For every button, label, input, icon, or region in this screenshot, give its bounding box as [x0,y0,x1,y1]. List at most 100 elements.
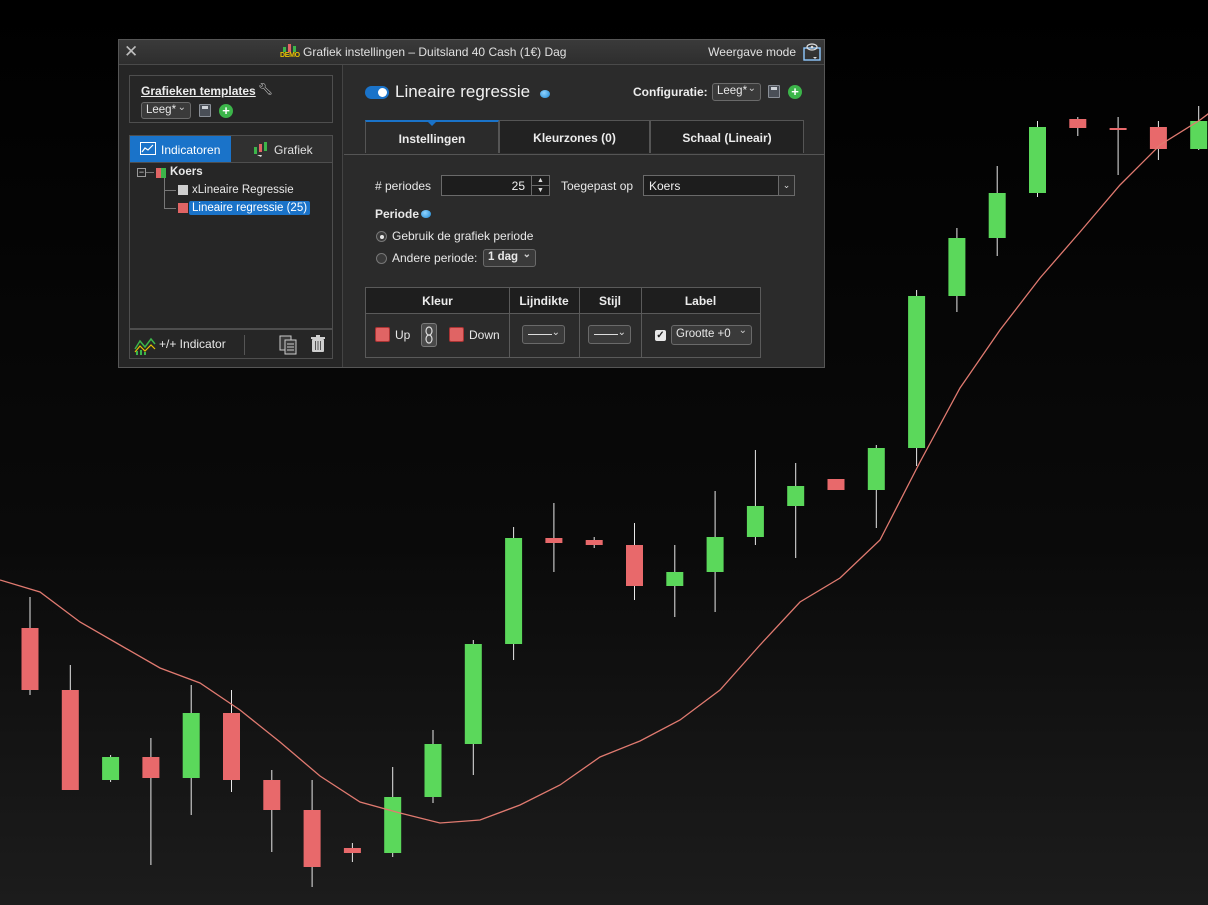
candle-body [182,713,200,778]
wrench-icon[interactable]: 🔧︎ [258,82,273,96]
chart-settings-dialog: ✕ DEMO Grafiek instellingen – Duitsland … [118,39,825,368]
candle-body [263,780,281,810]
header-label: Label [641,288,760,314]
chart-icon [254,142,267,157]
template-select[interactable]: Leeg* ⌄ [141,102,191,119]
header-style: Stijl [579,288,641,314]
left-panel: Grafieken templates 🔧︎ Leeg* ⌄ + Indicat… [119,65,343,367]
view-mode-label[interactable]: Weergave mode [708,45,796,59]
up-color-swatch[interactable] [375,327,390,342]
down-color-swatch[interactable] [449,327,464,342]
candle-body [142,757,160,778]
save-icon[interactable] [199,104,211,117]
add-config-icon[interactable]: + [788,85,802,99]
periods-value: 25 [511,179,525,193]
templates-box: Grafieken templates 🔧︎ Leeg* ⌄ + [129,75,333,123]
label-checkbox[interactable]: ✓ [655,330,666,341]
indicator-chart-icon [140,142,156,155]
trash-icon[interactable] [310,335,326,353]
chevron-down-icon: ⌄ [747,83,756,94]
candle-body [384,797,402,853]
candle-body [1069,119,1087,128]
line-style-select[interactable]: ⌄ [588,325,631,344]
info-icon[interactable] [540,90,550,98]
period-info-icon[interactable] [421,210,431,218]
candle-body [827,479,845,490]
candle-body [908,296,926,448]
indicator-toggle[interactable] [365,86,389,99]
tab-settings[interactable]: Instellingen [365,120,499,153]
candle-body [102,757,120,780]
candle-body [545,538,563,543]
periods-stepper[interactable]: 25 ▲ ▼ [441,175,550,196]
candle-body [626,545,643,586]
candle-body [343,848,361,853]
tab-chart[interactable]: Grafiek [231,136,332,162]
candle-body [988,193,1006,238]
radio-chart-period[interactable] [376,231,387,242]
radio-other-period[interactable] [376,253,387,264]
close-icon[interactable]: ✕ [124,42,138,62]
applied-to-label: Toegepast op [561,179,634,193]
tab-indicators[interactable]: Indicatoren [130,136,231,162]
radio-other-period-label: Andere periode: [392,251,478,265]
tab-scale[interactable]: Schaal (Lineair) [650,120,804,153]
candle-body [867,448,885,490]
view-mode-icon[interactable] [802,42,822,62]
add-indicator-button[interactable]: +/+ Indicator [159,337,226,351]
tree-root-koers[interactable]: Koers [170,166,203,178]
price-swatch [156,168,166,178]
candle-body [948,238,966,296]
templates-title[interactable]: Grafieken templates [141,84,256,98]
left-tabs: Indicatoren Grafiek [129,135,333,163]
stepper-down-icon[interactable]: ▼ [531,186,549,195]
applied-to-value: Koers [649,179,681,193]
candle-body [706,537,724,572]
up-label: Up [395,328,411,342]
tab-indicators-label: Indicatoren [161,143,221,157]
save-config-icon[interactable] [768,85,780,98]
tree-item-xlinear[interactable]: xLineaire Regressie [192,184,294,196]
add-icon[interactable]: + [219,104,233,118]
color-table: Kleur Lijndikte Stijl Label Up Down ⌄ ⌄ … [365,287,761,358]
down-label: Down [469,328,500,342]
tree-item-linear-selected[interactable]: Lineaire regressie (25) [189,201,311,215]
period-heading: Periode [375,207,420,221]
tab-color-zones[interactable]: Kleurzones (0) [499,120,650,153]
applied-to-select[interactable]: Koers ⌄ [643,175,795,196]
candle-body [1029,127,1046,193]
candle-body [61,690,79,790]
dialog-titlebar: ✕ DEMO Grafiek instellingen – Duitsland … [119,40,824,65]
configuration-label: Configuratie: [633,85,708,99]
stepper-up-icon[interactable]: ▲ [531,176,549,186]
indicator-swatch-gray [178,185,188,195]
dialog-title: Grafiek instellingen – Duitsland 40 Cash… [303,45,567,59]
collapse-icon[interactable]: − [137,168,146,177]
line-width-select[interactable]: ⌄ [522,325,565,344]
indicator-title: Lineaire regressie [395,82,531,101]
duplicate-icon[interactable] [278,335,298,355]
periods-label: # periodes [375,179,432,193]
header-color: Kleur [366,288,509,314]
candle-body [505,538,523,644]
link-colors-icon[interactable] [421,323,437,347]
chevron-down-icon: ⌄ [177,102,186,113]
label-size-select[interactable]: Grootte +0 ⌄ [671,325,752,345]
candle-body [464,644,482,744]
configuration-value: Leeg* [717,85,748,97]
candle-body [303,810,321,867]
demo-icon: DEMO [280,44,300,59]
settings-tabs: Instellingen Kleurzones (0) Schaal (Line… [344,120,824,155]
chevron-down-icon: ⌄ [738,325,747,336]
candle-body [746,506,764,537]
candle-body [424,744,442,797]
tab-chart-label: Grafiek [274,143,313,157]
chevron-down-icon: ⌄ [551,327,560,338]
candle-body [223,713,240,780]
demo-label: DEMO [280,52,300,59]
other-period-select[interactable]: 1 dag ⌄ [483,249,536,267]
configuration-select[interactable]: Leeg* ⌄ [712,83,761,101]
other-period-value: 1 dag [488,251,519,263]
candle-body [1109,128,1127,130]
add-indicator-icon[interactable] [134,335,156,355]
